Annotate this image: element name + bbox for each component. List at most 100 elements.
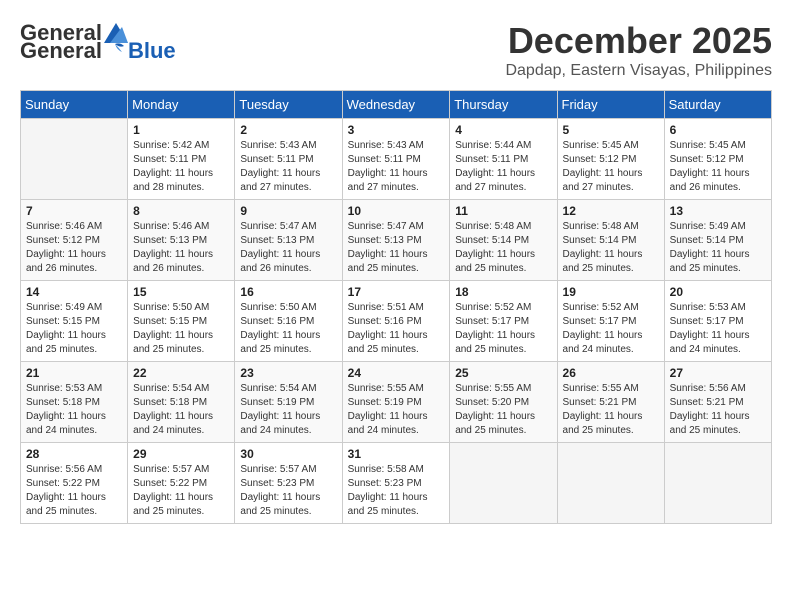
table-row: 19 Sunrise: 5:52 AMSunset: 5:17 PMDaylig… xyxy=(557,281,664,362)
day-info: Sunrise: 5:48 AMSunset: 5:14 PMDaylight:… xyxy=(563,220,659,276)
day-number: 27 xyxy=(670,366,766,380)
day-number: 4 xyxy=(455,123,551,137)
table-row: 16 Sunrise: 5:50 AMSunset: 5:16 PMDaylig… xyxy=(235,281,342,362)
table-row xyxy=(557,443,664,524)
table-row: 3 Sunrise: 5:43 AMSunset: 5:11 PMDayligh… xyxy=(342,119,450,200)
table-row: 30 Sunrise: 5:57 AMSunset: 5:23 PMDaylig… xyxy=(235,443,342,524)
table-row: 10 Sunrise: 5:47 AMSunset: 5:13 PMDaylig… xyxy=(342,200,450,281)
col-monday: Monday xyxy=(128,91,235,119)
day-number: 19 xyxy=(563,285,659,299)
header: General General Blue December 2025 Dapda… xyxy=(20,20,772,80)
day-number: 15 xyxy=(133,285,229,299)
day-info: Sunrise: 5:53 AMSunset: 5:17 PMDaylight:… xyxy=(670,301,766,357)
logo-bird-icon xyxy=(104,42,126,60)
table-row: 27 Sunrise: 5:56 AMSunset: 5:21 PMDaylig… xyxy=(664,362,771,443)
col-sunday: Sunday xyxy=(21,91,128,119)
table-row: 25 Sunrise: 5:55 AMSunset: 5:20 PMDaylig… xyxy=(450,362,557,443)
day-number: 16 xyxy=(240,285,336,299)
day-number: 23 xyxy=(240,366,336,380)
day-number: 17 xyxy=(348,285,445,299)
day-number: 30 xyxy=(240,447,336,461)
table-row: 13 Sunrise: 5:49 AMSunset: 5:14 PMDaylig… xyxy=(664,200,771,281)
location-subtitle: Dapdap, Eastern Visayas, Philippines xyxy=(505,62,772,80)
calendar-week-row: 7 Sunrise: 5:46 AMSunset: 5:12 PMDayligh… xyxy=(21,200,772,281)
table-row: 28 Sunrise: 5:56 AMSunset: 5:22 PMDaylig… xyxy=(21,443,128,524)
day-info: Sunrise: 5:50 AMSunset: 5:15 PMDaylight:… xyxy=(133,301,229,357)
day-info: Sunrise: 5:57 AMSunset: 5:23 PMDaylight:… xyxy=(240,463,336,519)
day-number: 8 xyxy=(133,204,229,218)
day-number: 26 xyxy=(563,366,659,380)
day-info: Sunrise: 5:58 AMSunset: 5:23 PMDaylight:… xyxy=(348,463,445,519)
table-row: 29 Sunrise: 5:57 AMSunset: 5:22 PMDaylig… xyxy=(128,443,235,524)
col-thursday: Thursday xyxy=(450,91,557,119)
day-info: Sunrise: 5:52 AMSunset: 5:17 PMDaylight:… xyxy=(455,301,551,357)
day-number: 13 xyxy=(670,204,766,218)
day-number: 31 xyxy=(348,447,445,461)
col-tuesday: Tuesday xyxy=(235,91,342,119)
day-info: Sunrise: 5:54 AMSunset: 5:18 PMDaylight:… xyxy=(133,382,229,438)
table-row: 20 Sunrise: 5:53 AMSunset: 5:17 PMDaylig… xyxy=(664,281,771,362)
day-info: Sunrise: 5:55 AMSunset: 5:20 PMDaylight:… xyxy=(455,382,551,438)
day-info: Sunrise: 5:44 AMSunset: 5:11 PMDaylight:… xyxy=(455,139,551,195)
table-row: 7 Sunrise: 5:46 AMSunset: 5:12 PMDayligh… xyxy=(21,200,128,281)
day-info: Sunrise: 5:43 AMSunset: 5:11 PMDaylight:… xyxy=(348,139,445,195)
day-number: 3 xyxy=(348,123,445,137)
day-info: Sunrise: 5:47 AMSunset: 5:13 PMDaylight:… xyxy=(240,220,336,276)
calendar-week-row: 14 Sunrise: 5:49 AMSunset: 5:15 PMDaylig… xyxy=(21,281,772,362)
table-row: 18 Sunrise: 5:52 AMSunset: 5:17 PMDaylig… xyxy=(450,281,557,362)
table-row: 17 Sunrise: 5:51 AMSunset: 5:16 PMDaylig… xyxy=(342,281,450,362)
day-number: 2 xyxy=(240,123,336,137)
calendar-week-row: 28 Sunrise: 5:56 AMSunset: 5:22 PMDaylig… xyxy=(21,443,772,524)
table-row: 24 Sunrise: 5:55 AMSunset: 5:19 PMDaylig… xyxy=(342,362,450,443)
day-info: Sunrise: 5:48 AMSunset: 5:14 PMDaylight:… xyxy=(455,220,551,276)
day-number: 10 xyxy=(348,204,445,218)
day-info: Sunrise: 5:55 AMSunset: 5:19 PMDaylight:… xyxy=(348,382,445,438)
day-number: 29 xyxy=(133,447,229,461)
day-info: Sunrise: 5:49 AMSunset: 5:15 PMDaylight:… xyxy=(26,301,122,357)
day-info: Sunrise: 5:45 AMSunset: 5:12 PMDaylight:… xyxy=(563,139,659,195)
day-number: 6 xyxy=(670,123,766,137)
day-info: Sunrise: 5:42 AMSunset: 5:11 PMDaylight:… xyxy=(133,139,229,195)
table-row: 6 Sunrise: 5:45 AMSunset: 5:12 PMDayligh… xyxy=(664,119,771,200)
day-number: 7 xyxy=(26,204,122,218)
table-row: 23 Sunrise: 5:54 AMSunset: 5:19 PMDaylig… xyxy=(235,362,342,443)
table-row xyxy=(664,443,771,524)
day-number: 25 xyxy=(455,366,551,380)
day-number: 12 xyxy=(563,204,659,218)
day-info: Sunrise: 5:57 AMSunset: 5:22 PMDaylight:… xyxy=(133,463,229,519)
col-saturday: Saturday xyxy=(664,91,771,119)
table-row: 26 Sunrise: 5:55 AMSunset: 5:21 PMDaylig… xyxy=(557,362,664,443)
day-info: Sunrise: 5:56 AMSunset: 5:21 PMDaylight:… xyxy=(670,382,766,438)
month-year-title: December 2025 xyxy=(505,20,772,62)
day-number: 11 xyxy=(455,204,551,218)
table-row: 21 Sunrise: 5:53 AMSunset: 5:18 PMDaylig… xyxy=(21,362,128,443)
table-row: 15 Sunrise: 5:50 AMSunset: 5:15 PMDaylig… xyxy=(128,281,235,362)
logo-blue-text: Blue xyxy=(128,38,176,64)
day-info: Sunrise: 5:46 AMSunset: 5:13 PMDaylight:… xyxy=(133,220,229,276)
day-info: Sunrise: 5:45 AMSunset: 5:12 PMDaylight:… xyxy=(670,139,766,195)
calendar-table: Sunday Monday Tuesday Wednesday Thursday… xyxy=(20,90,772,524)
day-info: Sunrise: 5:52 AMSunset: 5:17 PMDaylight:… xyxy=(563,301,659,357)
day-info: Sunrise: 5:50 AMSunset: 5:16 PMDaylight:… xyxy=(240,301,336,357)
table-row: 14 Sunrise: 5:49 AMSunset: 5:15 PMDaylig… xyxy=(21,281,128,362)
table-row: 2 Sunrise: 5:43 AMSunset: 5:11 PMDayligh… xyxy=(235,119,342,200)
table-row: 12 Sunrise: 5:48 AMSunset: 5:14 PMDaylig… xyxy=(557,200,664,281)
day-number: 5 xyxy=(563,123,659,137)
day-info: Sunrise: 5:51 AMSunset: 5:16 PMDaylight:… xyxy=(348,301,445,357)
table-row: 1 Sunrise: 5:42 AMSunset: 5:11 PMDayligh… xyxy=(128,119,235,200)
day-number: 1 xyxy=(133,123,229,137)
table-row: 22 Sunrise: 5:54 AMSunset: 5:18 PMDaylig… xyxy=(128,362,235,443)
col-wednesday: Wednesday xyxy=(342,91,450,119)
day-number: 20 xyxy=(670,285,766,299)
day-info: Sunrise: 5:47 AMSunset: 5:13 PMDaylight:… xyxy=(348,220,445,276)
day-number: 22 xyxy=(133,366,229,380)
table-row xyxy=(21,119,128,200)
table-row: 5 Sunrise: 5:45 AMSunset: 5:12 PMDayligh… xyxy=(557,119,664,200)
logo: General General Blue xyxy=(20,20,176,64)
day-number: 14 xyxy=(26,285,122,299)
title-area: December 2025 Dapdap, Eastern Visayas, P… xyxy=(505,20,772,80)
day-number: 9 xyxy=(240,204,336,218)
day-info: Sunrise: 5:49 AMSunset: 5:14 PMDaylight:… xyxy=(670,220,766,276)
day-info: Sunrise: 5:43 AMSunset: 5:11 PMDaylight:… xyxy=(240,139,336,195)
table-row: 9 Sunrise: 5:47 AMSunset: 5:13 PMDayligh… xyxy=(235,200,342,281)
